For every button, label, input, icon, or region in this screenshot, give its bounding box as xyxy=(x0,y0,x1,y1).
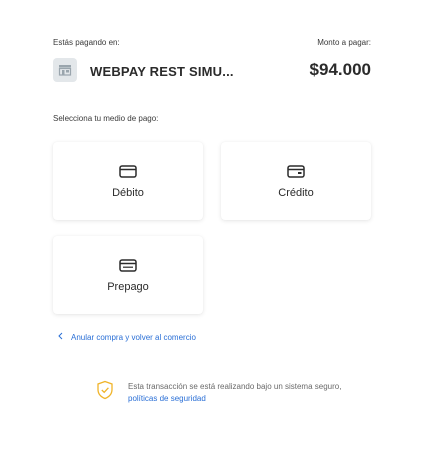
debit-option[interactable]: Débito xyxy=(53,142,203,220)
credit-option[interactable]: Crédito xyxy=(221,142,371,220)
store-icon xyxy=(53,58,77,82)
amount-label: Monto a pagar: xyxy=(317,38,371,47)
payment-method-label: Selecciona tu medio de pago: xyxy=(53,114,159,123)
paying-at-label: Estás pagando en: xyxy=(53,38,120,47)
security-text: Esta transacción se está realizando bajo… xyxy=(128,381,356,405)
chevron-left-icon xyxy=(58,332,63,342)
prepaid-option[interactable]: Prepago xyxy=(53,236,203,314)
payment-card: Estás pagando en: Monto a pagar: WEBPAY … xyxy=(38,20,386,438)
card-icon xyxy=(119,163,137,179)
security-notice: Esta transacción se está realizando bajo… xyxy=(96,380,356,405)
debit-label: Débito xyxy=(112,187,144,199)
merchant-name: WEBPAY REST SIMU... xyxy=(90,64,234,79)
prepaid-label: Prepago xyxy=(107,281,149,293)
card-stripe-icon xyxy=(119,257,137,273)
cancel-purchase-text: Anular compra y volver al comercio xyxy=(71,332,196,342)
shield-check-icon xyxy=(96,380,114,405)
cancel-purchase-link[interactable]: Anular compra y volver al comercio xyxy=(58,332,196,342)
credit-label: Crédito xyxy=(278,187,314,199)
security-policy-link[interactable]: políticas de seguridad xyxy=(128,394,206,403)
amount-value: $94.000 xyxy=(309,60,371,79)
card-chip-icon xyxy=(287,163,305,179)
security-message: Esta transacción se está realizando bajo… xyxy=(128,381,342,391)
